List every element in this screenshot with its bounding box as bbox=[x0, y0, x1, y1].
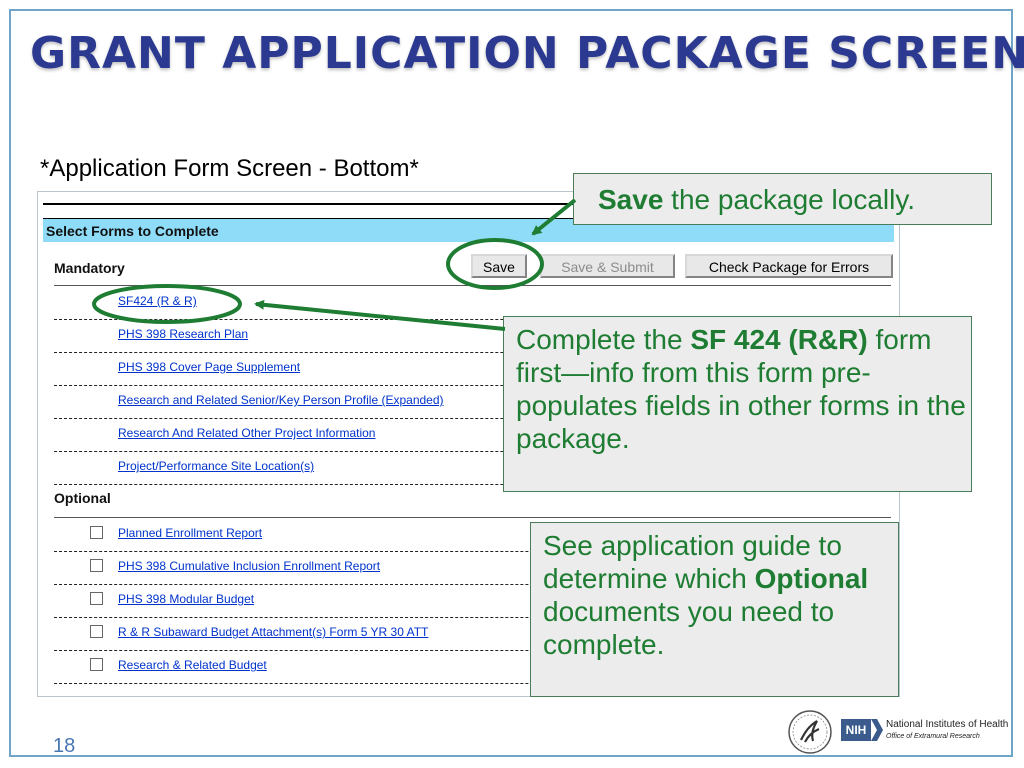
form-checkbox[interactable] bbox=[90, 559, 103, 572]
callout-sf424: Complete the SF 424 (R&R) form first—inf… bbox=[503, 316, 972, 492]
hhs-eagle-logo-icon bbox=[788, 710, 832, 754]
slide-subtitle: *Application Form Screen - Bottom* bbox=[40, 155, 419, 182]
callout-save-bold: Save bbox=[598, 184, 664, 215]
form-link-cumulative-inclusion[interactable]: PHS 398 Cumulative Inclusion Enrollment … bbox=[118, 559, 380, 573]
page-number: 18 bbox=[53, 735, 76, 757]
form-link-planned-enrollment[interactable]: Planned Enrollment Report bbox=[118, 526, 262, 540]
optional-label: Optional bbox=[54, 490, 111, 506]
callout-optional: See application guide to determine which… bbox=[530, 522, 899, 697]
form-link-site-locations[interactable]: Project/Performance Site Location(s) bbox=[118, 459, 314, 473]
slide-title: GRANT APPLICATION PACKAGE SCREEN bbox=[30, 28, 1024, 79]
callout-save: Save the package locally. bbox=[573, 173, 992, 225]
nih-chevron-icon bbox=[871, 719, 883, 741]
form-link-cover-page-supplement[interactable]: PHS 398 Cover Page Supplement bbox=[118, 360, 300, 374]
form-link-senior-key-person[interactable]: Research and Related Senior/Key Person P… bbox=[118, 393, 444, 407]
save-button[interactable]: Save bbox=[471, 254, 527, 278]
form-checkbox[interactable] bbox=[90, 658, 103, 671]
form-link-sf424[interactable]: SF424 (R & R) bbox=[118, 294, 197, 308]
form-checkbox[interactable] bbox=[90, 526, 103, 539]
optional-rule bbox=[54, 517, 891, 518]
form-link-subaward-budget[interactable]: R & R Subaward Budget Attachment(s) Form… bbox=[118, 625, 428, 639]
form-link-modular-budget[interactable]: PHS 398 Modular Budget bbox=[118, 592, 254, 606]
form-checkbox[interactable] bbox=[90, 625, 103, 638]
save-and-submit-button[interactable]: Save & Submit bbox=[540, 254, 675, 278]
check-package-button[interactable]: Check Package for Errors bbox=[685, 254, 893, 278]
nih-office: Office of Extramural Research bbox=[886, 733, 980, 740]
callout-optional-bold: Optional bbox=[754, 563, 869, 594]
form-link-other-project-info[interactable]: Research And Related Other Project Infor… bbox=[118, 426, 375, 440]
nih-logo-icon: NIH bbox=[841, 719, 871, 741]
callout-sf424-text-start: Complete the bbox=[516, 324, 691, 355]
callout-optional-text-end: documents you need to complete. bbox=[543, 596, 835, 660]
form-link-related-budget[interactable]: Research & Related Budget bbox=[118, 658, 267, 672]
mandatory-rule bbox=[54, 285, 891, 286]
callout-sf424-bold: SF 424 (R&R) bbox=[690, 324, 868, 355]
mandatory-label: Mandatory bbox=[54, 260, 125, 276]
form-link-research-plan[interactable]: PHS 398 Research Plan bbox=[118, 327, 248, 341]
nih-name: National Institutes of Health bbox=[886, 719, 1009, 730]
callout-save-text: the package locally. bbox=[663, 184, 916, 215]
form-checkbox[interactable] bbox=[90, 592, 103, 605]
